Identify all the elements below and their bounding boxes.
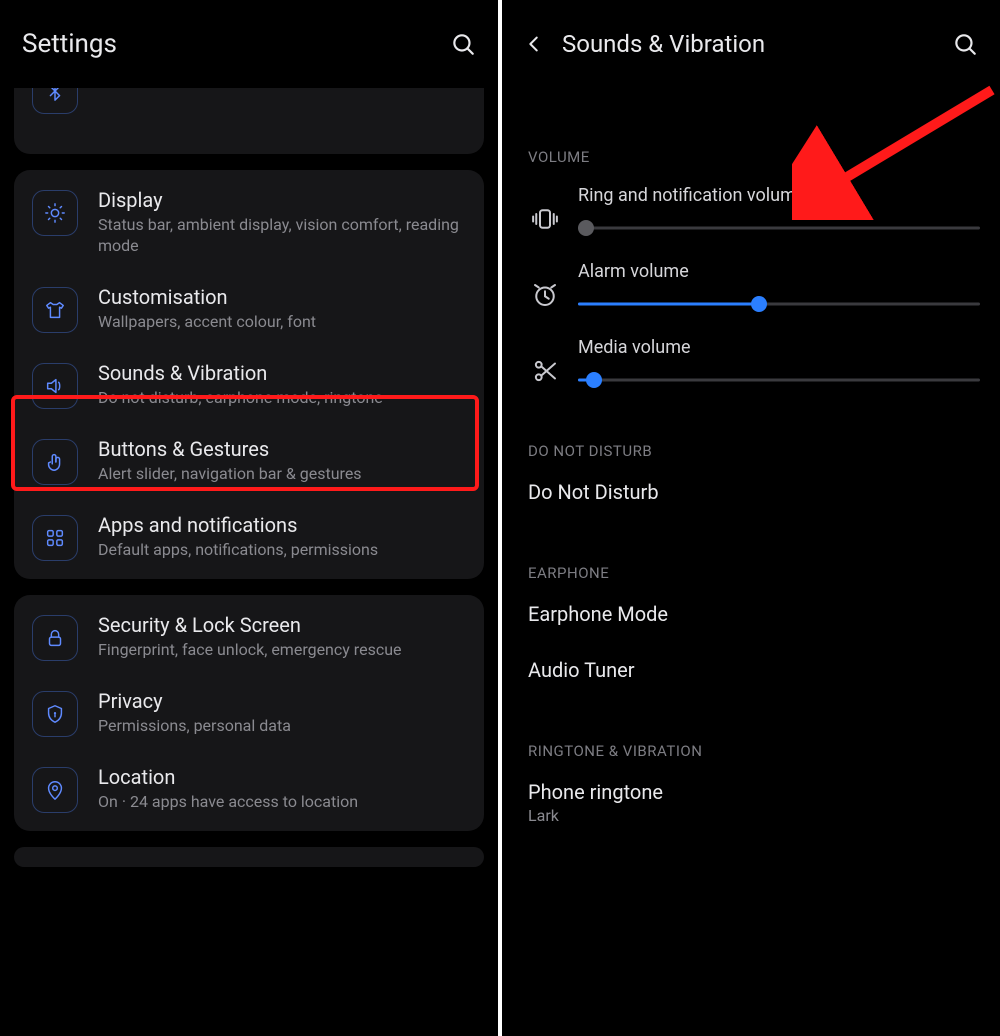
settings-screen: Settings NFC, Android Auto, contactless … bbox=[0, 0, 498, 1036]
list-item[interactable]: Do Not Disturb bbox=[502, 464, 1000, 520]
slider-thumb[interactable] bbox=[586, 372, 602, 388]
settings-row-apps[interactable]: Apps and notificationsDefault apps, noti… bbox=[14, 499, 484, 575]
settings-card bbox=[14, 847, 484, 867]
slider-thumb[interactable] bbox=[751, 296, 767, 312]
volume-row-ring: Ring and notification volume bbox=[502, 170, 1000, 246]
section-label: DO NOT DISTURB bbox=[502, 442, 1000, 460]
row-subtitle: Permissions, personal data bbox=[98, 716, 466, 737]
settings-row-location[interactable]: LocationOn · 24 apps have access to loca… bbox=[14, 751, 484, 827]
slider-label: Ring and notification volume bbox=[578, 185, 980, 206]
search-icon[interactable] bbox=[450, 31, 476, 57]
item-subtitle: Lark bbox=[528, 806, 1000, 825]
section-label: RINGTONE & VIBRATION bbox=[502, 742, 1000, 760]
volume-slider-media[interactable] bbox=[578, 372, 980, 388]
list-item[interactable]: Phone ringtone Lark bbox=[502, 764, 1000, 841]
vibrate-icon bbox=[528, 202, 562, 236]
row-title: Customisation bbox=[98, 285, 466, 310]
settings-row-privacy[interactable]: PrivacyPermissions, personal data bbox=[14, 675, 484, 751]
volume-row-alarm: Alarm volume bbox=[502, 246, 1000, 322]
search-icon[interactable] bbox=[952, 31, 978, 57]
scissors-icon bbox=[528, 354, 562, 388]
page-title: Sounds & Vibration bbox=[562, 30, 952, 58]
row-title: Privacy bbox=[98, 689, 466, 714]
row-subtitle: Do not disturb, earphone mode, ringtone bbox=[98, 388, 466, 409]
sounds-vibration-screen: Sounds & Vibration VOLUME Ring and notifi… bbox=[502, 0, 1000, 1036]
speaker-icon bbox=[32, 363, 78, 409]
volume-row-media: Media volume bbox=[502, 322, 1000, 398]
row-title: Buttons & Gestures bbox=[98, 437, 466, 462]
settings-row-buttons[interactable]: Buttons & GesturesAlert slider, navigati… bbox=[14, 423, 484, 499]
slider-label: Alarm volume bbox=[578, 261, 980, 282]
row-subtitle: Fingerprint, face unlock, emergency resc… bbox=[98, 640, 466, 661]
grid-icon bbox=[32, 515, 78, 561]
settings-card: NFC, Android Auto, contactless payments,… bbox=[14, 88, 484, 154]
settings-row-bluetooth[interactable]: NFC, Android Auto, contactless payments,… bbox=[14, 88, 484, 128]
settings-card: Security & Lock ScreenFingerprint, face … bbox=[14, 595, 484, 831]
volume-slider-alarm[interactable] bbox=[578, 296, 980, 312]
section-label: EARPHONE bbox=[502, 564, 1000, 582]
item-title: Earphone Mode bbox=[528, 602, 1000, 626]
tshirt-icon bbox=[32, 287, 78, 333]
settings-row-customisation[interactable]: CustomisationWallpapers, accent colour, … bbox=[14, 271, 484, 347]
row-title: Sounds & Vibration bbox=[98, 361, 466, 386]
row-title: Apps and notifications bbox=[98, 513, 466, 538]
row-subtitle: NFC, Android Auto, contactless payments,… bbox=[98, 88, 466, 89]
sun-icon bbox=[32, 190, 78, 236]
pin-icon bbox=[32, 767, 78, 813]
back-button[interactable] bbox=[520, 30, 548, 58]
item-title: Phone ringtone bbox=[528, 780, 1000, 804]
row-title: Location bbox=[98, 765, 466, 790]
settings-row-security[interactable]: Security & Lock ScreenFingerprint, face … bbox=[14, 599, 484, 675]
row-subtitle: Default apps, notifications, permissions bbox=[98, 540, 466, 561]
row-title: Display bbox=[98, 188, 466, 213]
bluetooth-icon bbox=[32, 88, 78, 114]
section-label-volume: VOLUME bbox=[502, 148, 1000, 166]
row-title: Security & Lock Screen bbox=[98, 613, 466, 638]
list-item[interactable]: Earphone Mode bbox=[502, 586, 1000, 642]
item-title: Do Not Disturb bbox=[528, 480, 1000, 504]
settings-row-display[interactable]: DisplayStatus bar, ambient display, visi… bbox=[14, 174, 484, 271]
gesture-icon bbox=[32, 439, 78, 485]
row-subtitle: On · 24 apps have access to location bbox=[98, 792, 466, 813]
sounds-header: Sounds & Vibration bbox=[502, 0, 1000, 88]
settings-row-sounds[interactable]: Sounds & VibrationDo not disturb, earpho… bbox=[14, 347, 484, 423]
item-title: Audio Tuner bbox=[528, 658, 1000, 682]
row-subtitle: Alert slider, navigation bar & gestures bbox=[98, 464, 466, 485]
volume-slider-ring[interactable] bbox=[578, 220, 980, 236]
slider-thumb[interactable] bbox=[578, 220, 594, 236]
shield-icon bbox=[32, 691, 78, 737]
list-item[interactable]: Audio Tuner bbox=[502, 642, 1000, 698]
page-title: Settings bbox=[22, 29, 117, 59]
settings-card: DisplayStatus bar, ambient display, visi… bbox=[14, 170, 484, 579]
alarm-icon bbox=[528, 278, 562, 312]
settings-header: Settings bbox=[0, 0, 498, 88]
lock-icon bbox=[32, 615, 78, 661]
row-subtitle: Wallpapers, accent colour, font bbox=[98, 312, 466, 333]
row-subtitle: Status bar, ambient display, vision comf… bbox=[98, 215, 466, 257]
slider-label: Media volume bbox=[578, 337, 980, 358]
